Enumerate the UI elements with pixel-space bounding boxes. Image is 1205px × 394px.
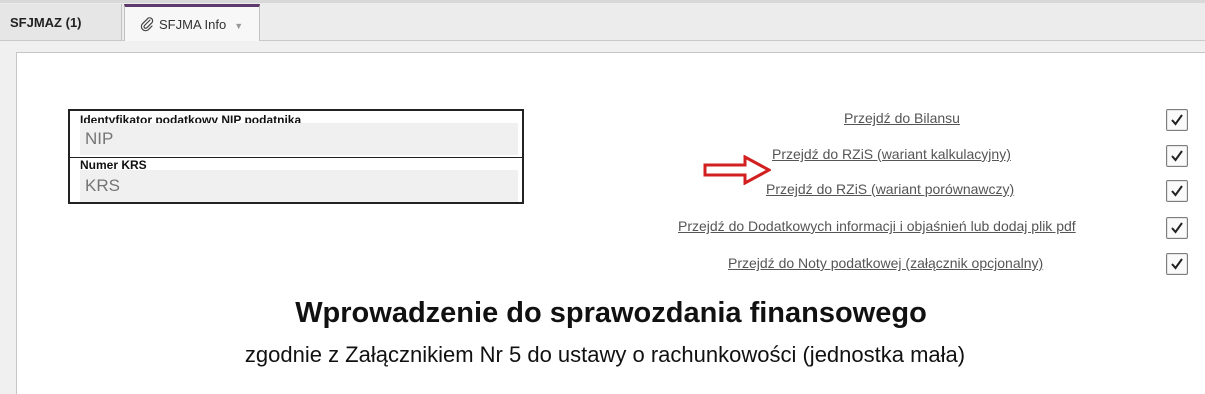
tab-sfjma-info-label: SFJMA Info xyxy=(159,16,227,32)
identity-box: Identyfikator podatkowy NIP podatnika Nu… xyxy=(68,109,524,204)
checkmark-icon xyxy=(1171,258,1183,270)
link-nota-podatkowa[interactable]: Przejdź do Noty podatkowej (załącznik op… xyxy=(728,255,1043,271)
page-title: Wprowadzenie do sprawozdania finansowego xyxy=(295,297,927,329)
checkbox-rzis-porownawczy[interactable] xyxy=(1166,180,1188,202)
link-bilans[interactable]: Przejdź do Bilansu xyxy=(844,110,960,126)
checkmark-icon xyxy=(1171,222,1183,234)
tab-sfjma-info[interactable]: SFJMA Info ▼ xyxy=(124,4,260,41)
link-rzis-kalkulacyjny[interactable]: Przejdź do RZiS (wariant kalkulacyjny) xyxy=(772,146,1011,162)
tab-sfjmaz-label: SFJMAZ (1) xyxy=(10,14,82,30)
checkmark-icon xyxy=(1171,114,1183,126)
chevron-down-icon[interactable]: ▼ xyxy=(234,21,243,31)
link-dodatkowe-informacje[interactable]: Przejdź do Dodatkowych informacji i obja… xyxy=(678,218,1076,234)
krs-input[interactable] xyxy=(80,170,518,202)
paperclip-icon xyxy=(140,17,154,32)
tab-sfjmaz[interactable]: SFJMAZ (1) xyxy=(0,4,122,40)
tab-bar: SFJMAZ (1) SFJMA Info ▼ xyxy=(0,0,1205,41)
link-rzis-porownawczy[interactable]: Przejdź do RZiS (wariant porównawczy) xyxy=(766,181,1014,197)
red-arrow-right-icon xyxy=(703,155,771,185)
checkbox-dodatkowe-informacje[interactable] xyxy=(1166,217,1188,239)
checkmark-icon xyxy=(1171,185,1183,197)
checkbox-bilans[interactable] xyxy=(1166,109,1188,131)
nip-input[interactable] xyxy=(80,123,518,155)
tab-bar-top-line xyxy=(0,0,1205,3)
checkbox-nota-podatkowa[interactable] xyxy=(1166,253,1188,275)
checkbox-rzis-kalkulacyjny[interactable] xyxy=(1166,145,1188,167)
checkmark-icon xyxy=(1171,150,1183,162)
page-subtitle: zgodnie z Załącznikiem Nr 5 do ustawy o … xyxy=(244,342,966,367)
